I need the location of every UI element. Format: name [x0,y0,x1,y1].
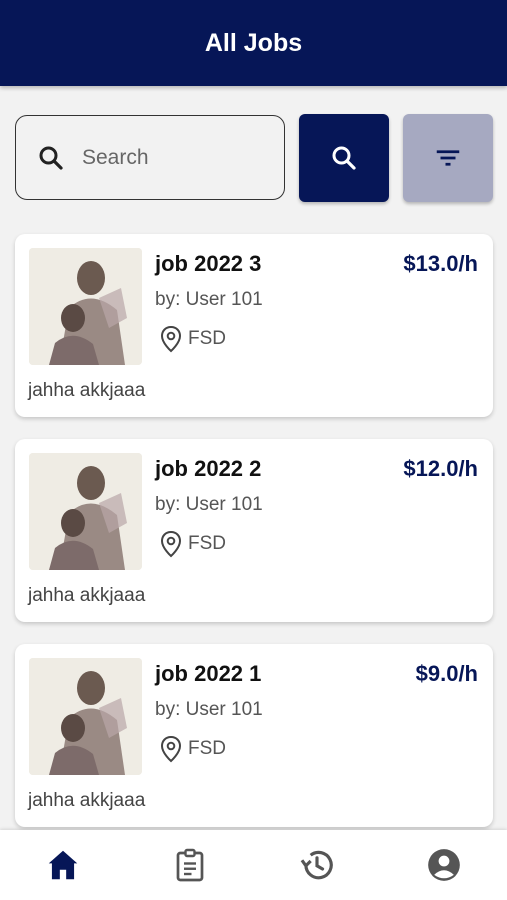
nav-history[interactable] [287,835,347,895]
job-location-text: FSD [188,533,226,554]
job-location: FSD [160,735,226,763]
location-pin-icon [160,325,182,353]
job-author: by: User 101 [155,699,263,720]
filter-button[interactable] [403,114,493,202]
location-pin-icon [160,735,182,763]
job-title: job 2022 2 [155,456,262,481]
job-author: by: User 101 [155,494,263,515]
job-description: jahha akkjaaa [28,585,146,606]
job-card[interactable]: job 2022 3 $13.0/h by: User 101 FSD jahh… [15,234,493,417]
job-image [29,248,142,365]
job-author: by: User 101 [155,289,263,310]
search-icon [39,146,63,170]
account-icon [427,849,460,881]
search-input[interactable] [82,145,262,170]
location-pin-icon [160,530,182,558]
filter-icon [436,150,460,166]
job-description: jahha akkjaaa [28,790,146,811]
nav-profile[interactable] [414,835,474,895]
job-rate: $9.0/h [415,661,478,686]
job-rate: $13.0/h [403,251,478,276]
nav-jobs[interactable] [160,835,220,895]
job-location: FSD [160,325,226,353]
bottom-navigation [0,830,507,900]
job-card[interactable]: job 2022 1 $9.0/h by: User 101 FSD jahha… [15,644,493,827]
search-button[interactable] [299,114,389,202]
search-icon [332,146,356,170]
job-image [29,453,142,570]
job-description: jahha akkjaaa [28,380,146,401]
search-field[interactable] [15,115,285,200]
job-location-text: FSD [188,738,226,759]
app-bar: All Jobs [0,0,507,86]
job-location-text: FSD [188,328,226,349]
job-title: job 2022 3 [155,251,262,276]
clipboard-icon [176,848,204,882]
job-image [29,658,142,775]
page-title: All Jobs [204,28,303,57]
nav-home[interactable] [33,835,93,895]
job-title: job 2022 1 [155,661,262,686]
home-icon [49,850,78,880]
history-icon [300,850,333,880]
job-location: FSD [160,530,226,558]
job-rate: $12.0/h [403,456,478,481]
job-card[interactable]: job 2022 2 $12.0/h by: User 101 FSD jahh… [15,439,493,622]
